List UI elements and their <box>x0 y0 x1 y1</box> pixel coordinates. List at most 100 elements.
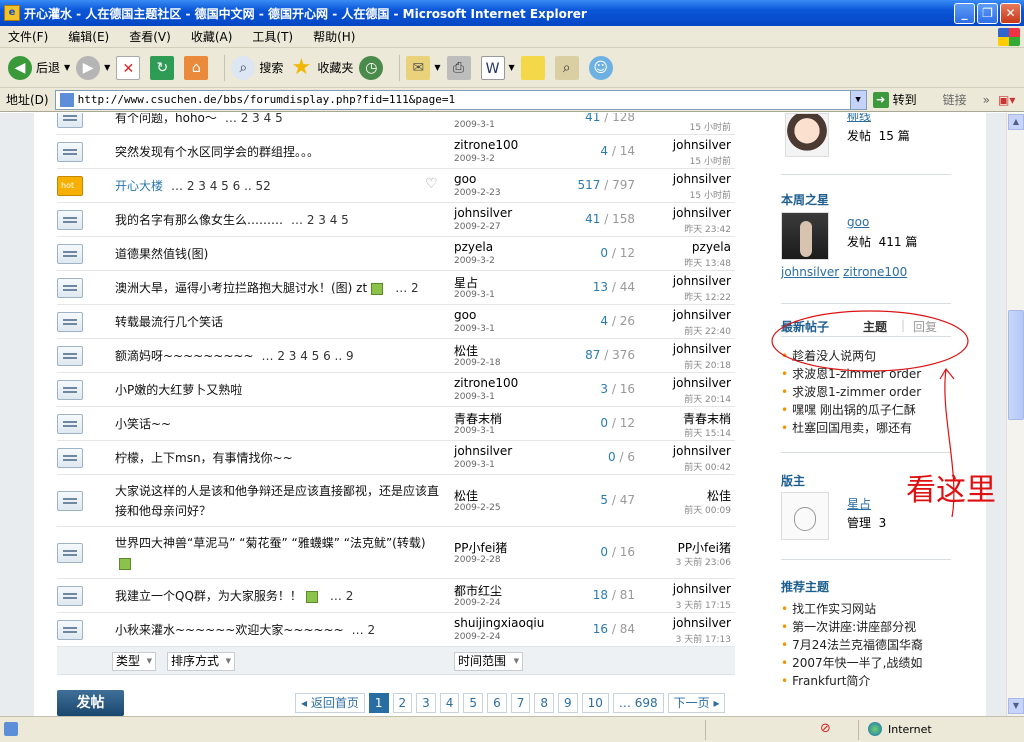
last-poster[interactable]: 松佳 <box>707 487 731 504</box>
thread-pages[interactable]: … 2 3 4 5 6 .. 52 <box>171 179 271 193</box>
thread-title[interactable]: 小秋来灌水~~~~~~欢迎大家~~~~~~… 2 <box>115 620 445 640</box>
thread-author[interactable]: goo <box>454 308 476 322</box>
thread-title[interactable]: 澳洲大旱，逼得小考拉拦路抱大腿讨水！(图) zt… 2 <box>115 278 445 298</box>
thread-author[interactable]: 星占 <box>454 274 478 291</box>
thread-author[interactable]: 松佳 <box>454 487 478 504</box>
page-link[interactable]: 10 <box>581 693 609 713</box>
page-link[interactable]: 8 <box>534 693 554 713</box>
minimize-button[interactable]: _ <box>954 2 975 24</box>
scroll-up-icon[interactable]: ▲ <box>1008 114 1024 130</box>
last-poster[interactable]: johnsilver <box>673 376 731 390</box>
thread-author[interactable]: pzyela <box>454 240 493 254</box>
thread-author[interactable]: johnsilver <box>454 444 512 458</box>
stop-button[interactable]: ✕ <box>116 55 144 80</box>
thread-title[interactable]: 小笑话~~ <box>115 414 445 434</box>
thread-title[interactable]: 我的名字有那么像女生么………… 2 3 4 5 <box>115 210 445 230</box>
thread-title[interactable]: 我建立一个QQ群，为大家服务！！… 2 <box>115 586 445 606</box>
page-link[interactable]: 2 <box>392 693 413 713</box>
page-link[interactable]: 1 <box>368 693 389 713</box>
thread-title[interactable]: 有个问题，hoho～… 2 3 4 5 <box>115 113 445 128</box>
thread-title[interactable]: 额滴妈呀~~~~~~~~~… 2 3 4 5 6 .. 9 <box>115 346 445 366</box>
last-poster[interactable]: johnsilver <box>673 308 731 322</box>
scroll-thumb[interactable] <box>1008 310 1024 420</box>
back-button[interactable]: ◀ 后退 ▼ <box>8 55 70 80</box>
refresh-button[interactable]: ↻ <box>150 55 178 80</box>
history-button[interactable]: ◷ <box>359 55 387 80</box>
last-poster[interactable]: johnsilver <box>673 274 731 288</box>
menu-file[interactable]: 文件(F) <box>8 28 48 45</box>
user-avatar[interactable] <box>785 113 829 157</box>
user-link[interactable]: johnsilver <box>781 265 839 279</box>
thread-title[interactable]: 世界四大神兽“草泥马” “菊花蚕” “雅蠛蝶” “法克鱿”(转载) <box>115 533 445 573</box>
menu-favorites[interactable]: 收藏(A) <box>191 28 233 45</box>
home-button[interactable]: ⌂ <box>184 55 212 80</box>
page-link[interactable]: 9 <box>557 693 578 713</box>
print-button[interactable]: ⎙ <box>446 55 475 80</box>
last-poster[interactable]: johnsilver <box>673 172 731 186</box>
last-poster[interactable]: 青春末梢 <box>683 410 731 427</box>
time-range-select[interactable]: 时间范围 <box>454 652 523 671</box>
maximize-button[interactable]: ❐ <box>977 2 998 24</box>
sort-select[interactable]: 排序方式 <box>167 652 235 671</box>
last-poster[interactable]: johnsilver <box>673 206 731 220</box>
thread-author[interactable]: goo <box>454 172 476 186</box>
next-page-link[interactable]: 下一页 ▸ <box>667 693 726 713</box>
close-button[interactable]: ✕ <box>1000 2 1021 24</box>
last-poster[interactable]: PP小fei猪 <box>678 539 731 556</box>
user-link[interactable]: zitrone100 <box>843 265 907 279</box>
thread-title[interactable]: 突然发现有个水区同学会的群组捏。。。 <box>115 142 445 162</box>
last-poster[interactable]: johnsilver <box>673 342 731 356</box>
thread-title[interactable]: 开心大楼… 2 3 4 5 6 .. 52 <box>115 176 445 196</box>
thread-pages[interactable]: … 2 3 4 5 <box>225 113 283 125</box>
thread-pages[interactable]: … 2 3 4 5 6 .. 9 <box>262 349 354 363</box>
favorite-heart-icon[interactable]: ♡ <box>425 176 438 192</box>
favorites-button[interactable]: ★ 收藏夹 <box>289 55 353 80</box>
discuss-button[interactable] <box>520 55 549 80</box>
toolbar-extra-icon[interactable]: ▣▾ <box>998 93 1015 107</box>
recommend-item[interactable]: Frankfurt简介 <box>781 672 870 689</box>
page-link[interactable]: 3 <box>416 693 436 713</box>
research-button[interactable]: ⌕ <box>554 55 583 80</box>
thread-author[interactable]: 青春末梢 <box>454 410 502 427</box>
messenger-button[interactable]: ☺ <box>588 55 617 80</box>
recommend-item[interactable]: 7月24法兰克福德国华裔 <box>781 636 923 653</box>
type-select[interactable]: 类型 <box>112 652 156 671</box>
thread-title[interactable]: 大家说这样的人是该和他争辩还是应该直接鄙视，还是应该直接和他母亲问好？ <box>115 481 445 521</box>
links-chevron-icon[interactable]: » <box>983 93 990 107</box>
last-poster[interactable]: johnsilver <box>673 444 731 458</box>
first-page-link[interactable]: ◂ 返回首页 <box>295 693 365 713</box>
thread-title[interactable]: 柠檬，上下msn，有事情找你~~ <box>115 448 445 468</box>
new-post-button[interactable]: 发帖 <box>57 690 124 716</box>
popup-blocked-icon[interactable]: ⊘ <box>820 721 831 736</box>
page-link[interactable]: 6 <box>487 693 507 713</box>
page-link[interactable]: … 698 <box>612 693 664 713</box>
thread-title[interactable]: 小P嫩的大红萝卜又熟啦 <box>115 380 445 400</box>
links-label[interactable]: 链接 <box>943 91 967 108</box>
page-link[interactable]: 4 <box>439 693 460 713</box>
menu-edit[interactable]: 编辑(E) <box>68 28 109 45</box>
scroll-down-icon[interactable]: ▼ <box>1008 698 1024 714</box>
thread-author[interactable]: zitrone100 <box>454 376 518 390</box>
thread-author[interactable]: PP小fei猪 <box>454 539 507 556</box>
page-link[interactable]: 7 <box>510 693 531 713</box>
thread-title[interactable]: 道德果然值钱(图) <box>115 244 445 264</box>
last-poster[interactable]: johnsilver <box>673 616 731 630</box>
page-link[interactable]: 5 <box>463 693 484 713</box>
thread-author[interactable]: johnsilver <box>454 206 512 220</box>
thread-pages[interactable]: … 2 <box>352 623 375 637</box>
menu-tools[interactable]: 工具(T) <box>252 28 293 45</box>
top-user-link[interactable]: 柳线 <box>847 113 871 124</box>
thread-author[interactable]: 都市红尘 <box>454 582 502 599</box>
mail-button[interactable]: ✉ ▼ <box>406 55 441 80</box>
recommend-item[interactable]: 2007年快一半了,战绩如 <box>781 654 922 671</box>
menu-view[interactable]: 查看(V) <box>129 28 171 45</box>
address-dropdown-icon[interactable]: ▼ <box>849 90 866 109</box>
edit-button[interactable]: W ▼ <box>480 55 515 80</box>
menu-help[interactable]: 帮助(H) <box>313 28 355 45</box>
last-poster[interactable]: johnsilver <box>673 582 731 596</box>
thread-pages[interactable]: … 2 <box>330 589 353 603</box>
last-poster[interactable]: pzyela <box>692 240 731 254</box>
go-button[interactable]: ➜ 转到 <box>872 91 917 108</box>
week-star-avatar[interactable] <box>781 212 829 260</box>
vertical-scrollbar[interactable]: ▲ ▼ <box>1006 113 1024 716</box>
